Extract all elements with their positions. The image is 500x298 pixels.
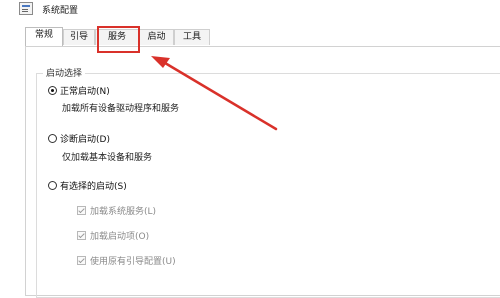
annotation-arrow-icon (151, 56, 278, 131)
